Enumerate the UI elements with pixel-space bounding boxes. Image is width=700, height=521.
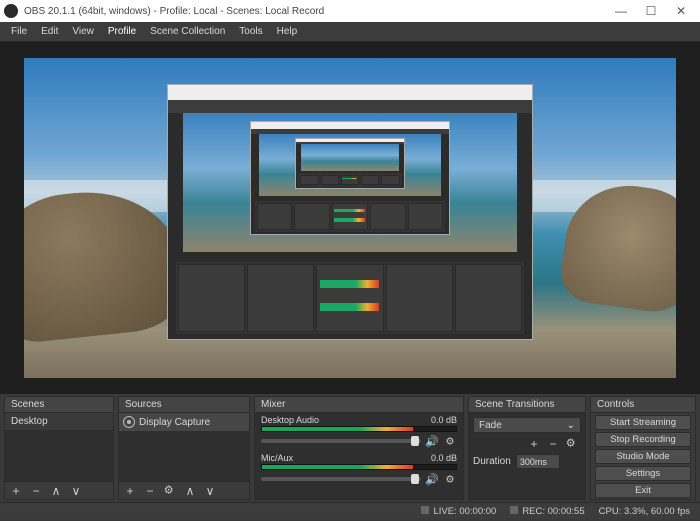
track-settings-button[interactable]: ⚙ — [444, 436, 457, 447]
vu-meter — [261, 426, 457, 432]
scene-down-button[interactable]: ∨ — [69, 484, 83, 498]
scenes-dock: Scenes Desktop + − ∧ ∨ — [4, 396, 114, 500]
preview-canvas[interactable] — [24, 58, 676, 378]
menu-tools[interactable]: Tools — [232, 26, 269, 37]
transition-selected: Fade — [479, 420, 502, 431]
start-streaming-button[interactable]: Start Streaming — [595, 415, 691, 430]
menu-profile[interactable]: Profile — [101, 26, 143, 37]
track-level: 0.0 dB — [431, 453, 457, 463]
minimize-button[interactable]: — — [606, 4, 636, 18]
source-label: Display Capture — [139, 417, 210, 428]
transitions-dock: Scene Transitions Fade ⌄ + − ⚙ Duration — [468, 396, 586, 500]
title-bar: OBS 20.1.1 (64bit, windows) - Profile: L… — [0, 0, 700, 22]
stop-recording-button[interactable]: Stop Recording — [595, 432, 691, 447]
sources-list[interactable]: Display Capture — [119, 413, 249, 481]
menu-file[interactable]: File — [4, 26, 34, 37]
chevron-down-icon: ⌄ — [567, 420, 575, 431]
scene-up-button[interactable]: ∧ — [49, 484, 63, 498]
controls-dock: Controls Start StreamingStop RecordingSt… — [590, 396, 696, 500]
maximize-button[interactable]: ☐ — [636, 4, 666, 18]
preview-area — [0, 42, 700, 394]
transitions-body: Fade ⌄ + − ⚙ Duration — [469, 413, 585, 499]
source-down-button[interactable]: ∨ — [203, 484, 217, 498]
status-live: LIVE: 00:00:00 — [421, 506, 496, 517]
window-title: OBS 20.1.1 (64bit, windows) - Profile: L… — [24, 6, 324, 17]
speaker-icon[interactable]: 🔊 — [425, 435, 439, 447]
speaker-icon[interactable]: 🔊 — [425, 473, 439, 485]
controls-body: Start Streaming Stop Recording Studio Mode… — [591, 413, 695, 499]
track-settings-button[interactable]: ⚙ — [444, 474, 457, 485]
exit-button[interactable]: Exit — [595, 483, 691, 498]
transition-settings-button[interactable]: ⚙ — [566, 438, 579, 451]
vu-meter — [261, 464, 457, 470]
controls-header: Controls — [591, 397, 695, 413]
menu-edit[interactable]: Edit — [34, 26, 65, 37]
track-level: 0.0 dB — [431, 415, 457, 425]
mixer-track: Desktop Audio 0.0 dB 🔊 ⚙ — [255, 413, 463, 451]
menu-scene-collection[interactable]: Scene Collection — [143, 26, 232, 37]
status-rec: REC: 00:00:55 — [510, 506, 584, 517]
source-up-button[interactable]: ∧ — [183, 484, 197, 498]
dock-row: Scenes Desktop + − ∧ ∨ Sources Display C… — [0, 394, 700, 502]
track-name: Mic/Aux — [261, 453, 293, 463]
volume-slider[interactable] — [261, 439, 421, 443]
settings-button[interactable]: Settings — [595, 466, 691, 481]
transitions-header: Scene Transitions — [469, 397, 585, 413]
close-button[interactable]: ✕ — [666, 4, 696, 18]
app-icon — [4, 4, 18, 18]
duration-input[interactable] — [516, 454, 560, 469]
source-settings-button[interactable]: ⚙ — [164, 484, 177, 497]
sources-header: Sources — [119, 397, 249, 413]
studio-mode-button[interactable]: Studio Mode — [595, 449, 691, 464]
menu-help[interactable]: Help — [270, 26, 305, 37]
visibility-icon[interactable] — [123, 416, 135, 428]
source-remove-button[interactable]: − — [143, 484, 157, 498]
track-name: Desktop Audio — [261, 415, 319, 425]
status-bar: LIVE: 00:00:00 REC: 00:00:55 CPU: 3.3%, … — [0, 502, 700, 519]
transition-remove-button[interactable]: − — [546, 437, 560, 451]
volume-slider[interactable] — [261, 477, 421, 481]
mixer-header: Mixer — [255, 397, 463, 413]
source-add-button[interactable]: + — [123, 484, 137, 498]
mixer-body: Desktop Audio 0.0 dB 🔊 ⚙ Mic/Aux 0.0 dB 🔊 ⚙ — [255, 413, 463, 499]
menu-view[interactable]: View — [65, 26, 101, 37]
status-cpu: CPU: 3.3%, 60.00 fps — [599, 506, 690, 517]
mixer-track: Mic/Aux 0.0 dB 🔊 ⚙ — [255, 451, 463, 489]
source-item[interactable]: Display Capture — [119, 413, 249, 431]
duration-label: Duration — [473, 456, 511, 467]
scene-item[interactable]: Desktop — [5, 413, 113, 430]
scenes-list[interactable]: Desktop — [5, 413, 113, 481]
transition-select[interactable]: Fade ⌄ — [473, 417, 581, 433]
transition-add-button[interactable]: + — [527, 437, 541, 451]
scene-remove-button[interactable]: − — [29, 484, 43, 498]
menu-bar: FileEditViewProfileScene CollectionTools… — [0, 22, 700, 42]
mixer-dock: Mixer Desktop Audio 0.0 dB 🔊 ⚙ Mic/Aux 0.0 dB… — [254, 396, 464, 500]
scenes-header: Scenes — [5, 397, 113, 413]
sources-dock: Sources Display Capture + − ⚙ ∧ ∨ — [118, 396, 250, 500]
scene-add-button[interactable]: + — [9, 484, 23, 498]
